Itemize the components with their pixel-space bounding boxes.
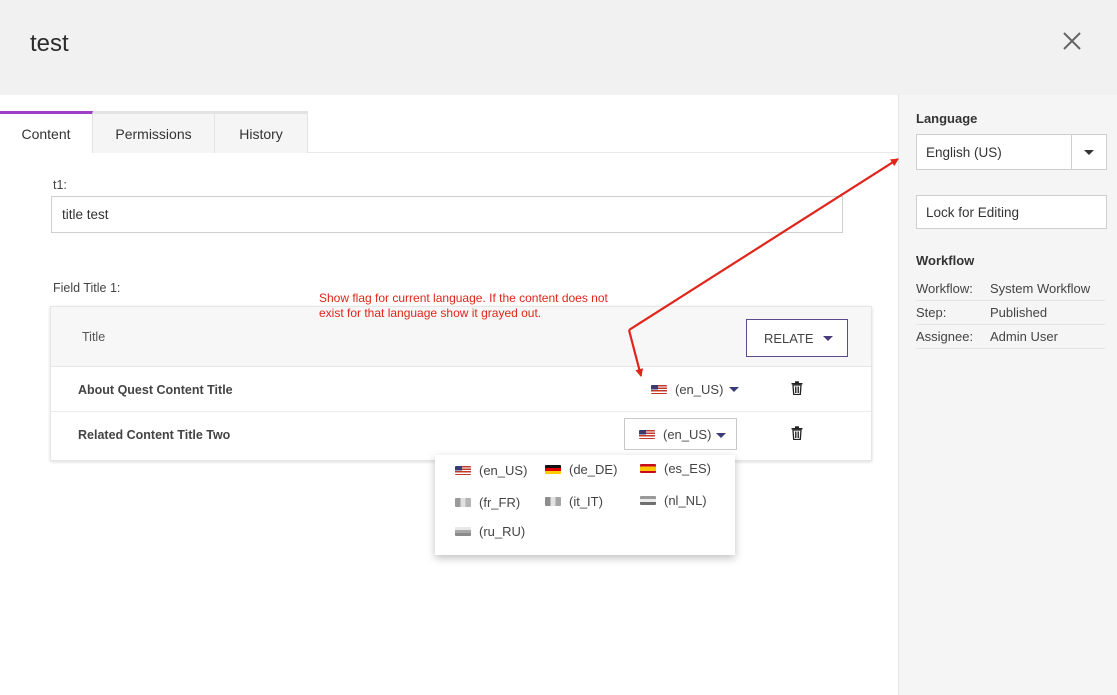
workflow-value: Admin User (990, 329, 1058, 344)
language-code: (en_US) (663, 426, 712, 442)
tab-history[interactable]: History (215, 111, 308, 153)
language-selector[interactable]: (en_US) (624, 418, 737, 450)
option-label: (es_ES) (664, 461, 711, 476)
workflow-key: Workflow: (916, 281, 973, 296)
language-option-ru-ru[interactable]: (ru_RU) (455, 524, 525, 539)
language-select-value: English (US) (926, 145, 1002, 160)
language-option-de-de[interactable]: (de_DE) (545, 462, 617, 477)
language-label: Language (916, 111, 978, 126)
t1-label: t1: (53, 178, 67, 192)
us-flag-icon (639, 429, 655, 439)
es-flag-icon (640, 464, 656, 473)
row-title[interactable]: About Quest Content Title (78, 383, 233, 397)
workflow-row: Step: Published (916, 301, 1105, 325)
close-icon[interactable] (1061, 30, 1083, 52)
row-title[interactable]: Related Content Title Two (78, 428, 230, 442)
tab-permissions[interactable]: Permissions (93, 111, 215, 153)
column-title: Title (82, 330, 106, 344)
it-flag-icon (545, 497, 561, 506)
workflow-value: Published (990, 305, 1048, 320)
related-content-grid: Title RELATE About Quest Content Title (… (50, 306, 872, 461)
de-flag-icon (545, 465, 561, 474)
main-content: Content Permissions History t1: title te… (0, 95, 898, 695)
trash-icon[interactable] (791, 381, 803, 395)
annotation-note: Show flag for current language. If the c… (319, 291, 608, 320)
language-option-es-es[interactable]: (es_ES) (640, 461, 711, 476)
table-row: Related Content Title Two (en_US) (51, 412, 871, 457)
nl-flag-icon (640, 496, 656, 505)
caret-down-icon (823, 336, 833, 341)
option-label: (it_IT) (569, 494, 603, 509)
tab-bar: Content Permissions History (0, 111, 308, 153)
us-flag-icon (651, 384, 667, 394)
relate-button[interactable]: RELATE (746, 319, 848, 357)
language-select[interactable]: English (US) (916, 134, 1107, 170)
workflow-key: Assignee: (916, 329, 974, 344)
language-option-nl-nl[interactable]: (nl_NL) (640, 493, 707, 508)
option-label: (en_US) (479, 463, 528, 478)
option-label: (fr_FR) (479, 495, 521, 510)
language-option-fr-fr[interactable]: (fr_FR) (455, 495, 520, 510)
workflow-value: System Workflow (990, 281, 1091, 296)
option-label: (de_DE) (569, 462, 618, 477)
lock-for-editing-button[interactable]: Lock for Editing (916, 195, 1107, 229)
tab-divider (308, 152, 898, 153)
dialog-header: test (0, 0, 1117, 95)
dialog-title: test (30, 30, 69, 57)
select-divider (1071, 135, 1072, 169)
table-row: About Quest Content Title (en_US) (51, 367, 871, 412)
option-label: (nl_NL) (664, 493, 707, 508)
t1-field[interactable]: title test (51, 196, 843, 233)
caret-down-icon (1084, 150, 1094, 155)
workflow-key: Step: (916, 305, 947, 320)
workflow-label: Workflow (916, 253, 975, 268)
sidebar: Language English (US) Lock for Editing W… (898, 95, 1117, 695)
language-selector[interactable]: (en_US) (637, 373, 749, 405)
language-option-it-it[interactable]: (it_IT) (545, 494, 603, 509)
workflow-row: Workflow: System Workflow (916, 277, 1105, 301)
caret-down-icon (729, 387, 739, 392)
language-code: (en_US) (675, 381, 724, 397)
trash-icon[interactable] (791, 426, 803, 440)
caret-down-icon (716, 433, 726, 438)
language-option-en-us[interactable]: (en_US) (455, 463, 527, 478)
tab-content[interactable]: Content (0, 111, 93, 153)
fr-flag-icon (455, 498, 471, 507)
ru-flag-icon (455, 527, 471, 536)
language-dropdown-menu: (en_US) (de_DE) (es_ES) (fr_FR) (it_IT) … (435, 455, 735, 555)
field-title-1-label: Field Title 1: (53, 281, 121, 295)
relate-label: RELATE (764, 330, 814, 346)
workflow-row: Assignee: Admin User (916, 325, 1105, 349)
us-flag-icon (455, 466, 471, 475)
option-label: (ru_RU) (479, 524, 526, 539)
